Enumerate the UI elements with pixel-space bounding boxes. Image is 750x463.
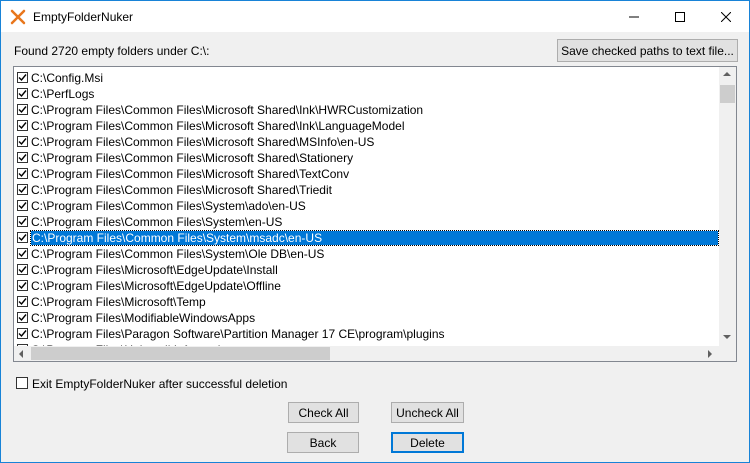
folder-row[interactable]: C:\Program Files\Common Files\System\Ole… [14,246,719,262]
checkmark-icon [18,202,27,210]
app-window: EmptyFolderNuker Found 2720 empty folder… [0,0,750,463]
window-title: EmptyFolderNuker [33,10,134,24]
folder-row[interactable]: C:\Program Files\Common Files\Microsoft … [14,182,719,198]
folder-row[interactable]: C:\Program Files\Microsoft\EdgeUpdate\In… [14,262,719,278]
folder-checkbox[interactable] [17,312,28,323]
folder-checkbox[interactable] [17,104,28,115]
folder-path: C:\Program Files\Common Files\System\msa… [30,230,719,246]
folder-path: C:\Program Files\Common Files\Microsoft … [31,119,405,133]
checkmark-icon [18,282,27,290]
folder-checkbox[interactable] [17,184,28,195]
close-button[interactable] [703,1,749,32]
folder-checkbox[interactable] [17,168,28,179]
vertical-scrollbar[interactable] [719,67,736,346]
checkmark-icon [18,90,27,98]
folder-row[interactable]: C:\Program Files\Common Files\Microsoft … [14,118,719,134]
folder-list[interactable]: C:\Config.Msi C:\PerfLogs C:\Program Files… [13,66,737,362]
checkmark-icon [18,74,27,82]
title-bar[interactable]: EmptyFolderNuker [1,1,749,32]
folder-checkbox[interactable] [17,136,28,147]
checkmark-icon [18,138,27,146]
app-icon [10,9,26,25]
folder-checkbox[interactable] [17,72,28,83]
folder-path: C:\Program Files\Common Files\System\Ole… [31,247,325,261]
checkmark-icon [18,330,27,338]
folder-path: C:\Program Files\Microsoft\EdgeUpdate\In… [31,263,278,277]
exit-after-delete-label[interactable]: Exit EmptyFolderNuker after successful d… [32,377,287,391]
delete-button[interactable]: Delete [391,432,464,453]
checkmark-icon [18,250,27,258]
vertical-scroll-thumb[interactable] [720,85,735,103]
folder-path: C:\Program Files\Paragon Software\Partit… [31,327,445,341]
folder-row[interactable]: C:\Program Files\Paragon Software\Partit… [14,326,719,342]
check-all-button[interactable]: Check All [288,402,359,423]
folder-path: C:\PerfLogs [31,87,95,101]
checkmark-icon [18,122,27,130]
folder-path: C:\Program Files\Common Files\Microsoft … [31,183,332,197]
folder-checkbox[interactable] [17,88,28,99]
back-button[interactable]: Back [287,432,359,453]
checkmark-icon [18,218,27,226]
folder-row[interactable]: C:\Program Files\Common Files\Microsoft … [14,102,719,118]
scroll-right-icon[interactable] [708,350,712,358]
close-icon [721,11,731,22]
scroll-corner [719,346,736,361]
folder-row[interactable]: C:\PerfLogs [14,86,719,102]
folder-checkbox[interactable] [17,328,28,339]
found-count-label: Found 2720 empty folders under C:\: [14,44,210,58]
horizontal-scroll-thumb[interactable] [31,347,330,360]
folder-row[interactable]: C:\Program Files\Common Files\System\ado… [14,198,719,214]
maximize-button[interactable] [657,1,703,32]
folder-list-rows: C:\Config.Msi C:\PerfLogs C:\Program Files… [14,67,719,346]
folder-path: C:\Program Files\Common Files\System\ado… [31,199,306,213]
folder-path: C:\Program Files\Microsoft\EdgeUpdate\Of… [31,279,281,293]
checkmark-icon [18,106,27,114]
folder-path: C:\Program Files\Common Files\Microsoft … [31,135,375,149]
folder-checkbox[interactable] [17,232,28,243]
folder-row[interactable]: C:\Config.Msi [14,70,719,86]
folder-path: C:\Program Files\Microsoft\Temp [31,295,206,309]
folder-row[interactable]: C:\Program Files\Common Files\Microsoft … [14,166,719,182]
folder-path: C:\Program Files\Common Files\Microsoft … [31,167,350,181]
checkmark-icon [18,234,27,242]
checkmark-icon [18,314,27,322]
horizontal-scrollbar[interactable] [14,346,719,361]
folder-checkbox[interactable] [17,280,28,291]
folder-checkbox[interactable] [17,248,28,259]
folder-checkbox[interactable] [17,200,28,211]
folder-checkbox[interactable] [17,296,28,307]
minimize-button[interactable] [611,1,657,32]
exit-after-delete-checkbox[interactable] [16,377,28,389]
scroll-left-icon[interactable] [19,350,23,358]
folder-path: C:\Program Files\Common Files\Microsoft … [31,151,354,165]
minimize-icon [629,16,639,17]
checkmark-icon [18,170,27,178]
folder-checkbox[interactable] [17,216,28,227]
save-paths-button[interactable]: Save checked paths to text file... [557,39,738,62]
checkmark-icon [18,186,27,194]
uncheck-all-button[interactable]: Uncheck All [391,402,464,423]
folder-row[interactable]: C:\Program Files\Common Files\Microsoft … [14,150,719,166]
checkmark-icon [18,298,27,306]
folder-path: C:\Program Files\ModifiableWindowsApps [31,311,256,325]
folder-row[interactable]: C:\Program Files\Microsoft\Temp [14,294,719,310]
folder-row[interactable]: C:\Program Files\Common Files\System\msa… [14,230,719,246]
folder-checkbox[interactable] [17,120,28,131]
folder-path: C:\Config.Msi [31,71,104,85]
checkmark-icon [18,154,27,162]
scroll-down-icon[interactable] [723,335,731,339]
folder-row[interactable]: C:\Program Files\Common Files\Microsoft … [14,134,719,150]
folder-checkbox[interactable] [17,264,28,275]
folder-row[interactable]: C:\Program Files\Common Files\System\en-… [14,214,719,230]
folder-row[interactable]: C:\Program Files\ModifiableWindowsApps [14,310,719,326]
scroll-up-icon[interactable] [723,72,731,76]
folder-path: C:\Program Files\Common Files\Microsoft … [31,103,424,117]
checkmark-icon [18,266,27,274]
maximize-icon [675,11,685,22]
folder-checkbox[interactable] [17,152,28,163]
folder-path: C:\Program Files\Common Files\System\en-… [31,215,283,229]
folder-row[interactable]: C:\Program Files\Microsoft\EdgeUpdate\Of… [14,278,719,294]
